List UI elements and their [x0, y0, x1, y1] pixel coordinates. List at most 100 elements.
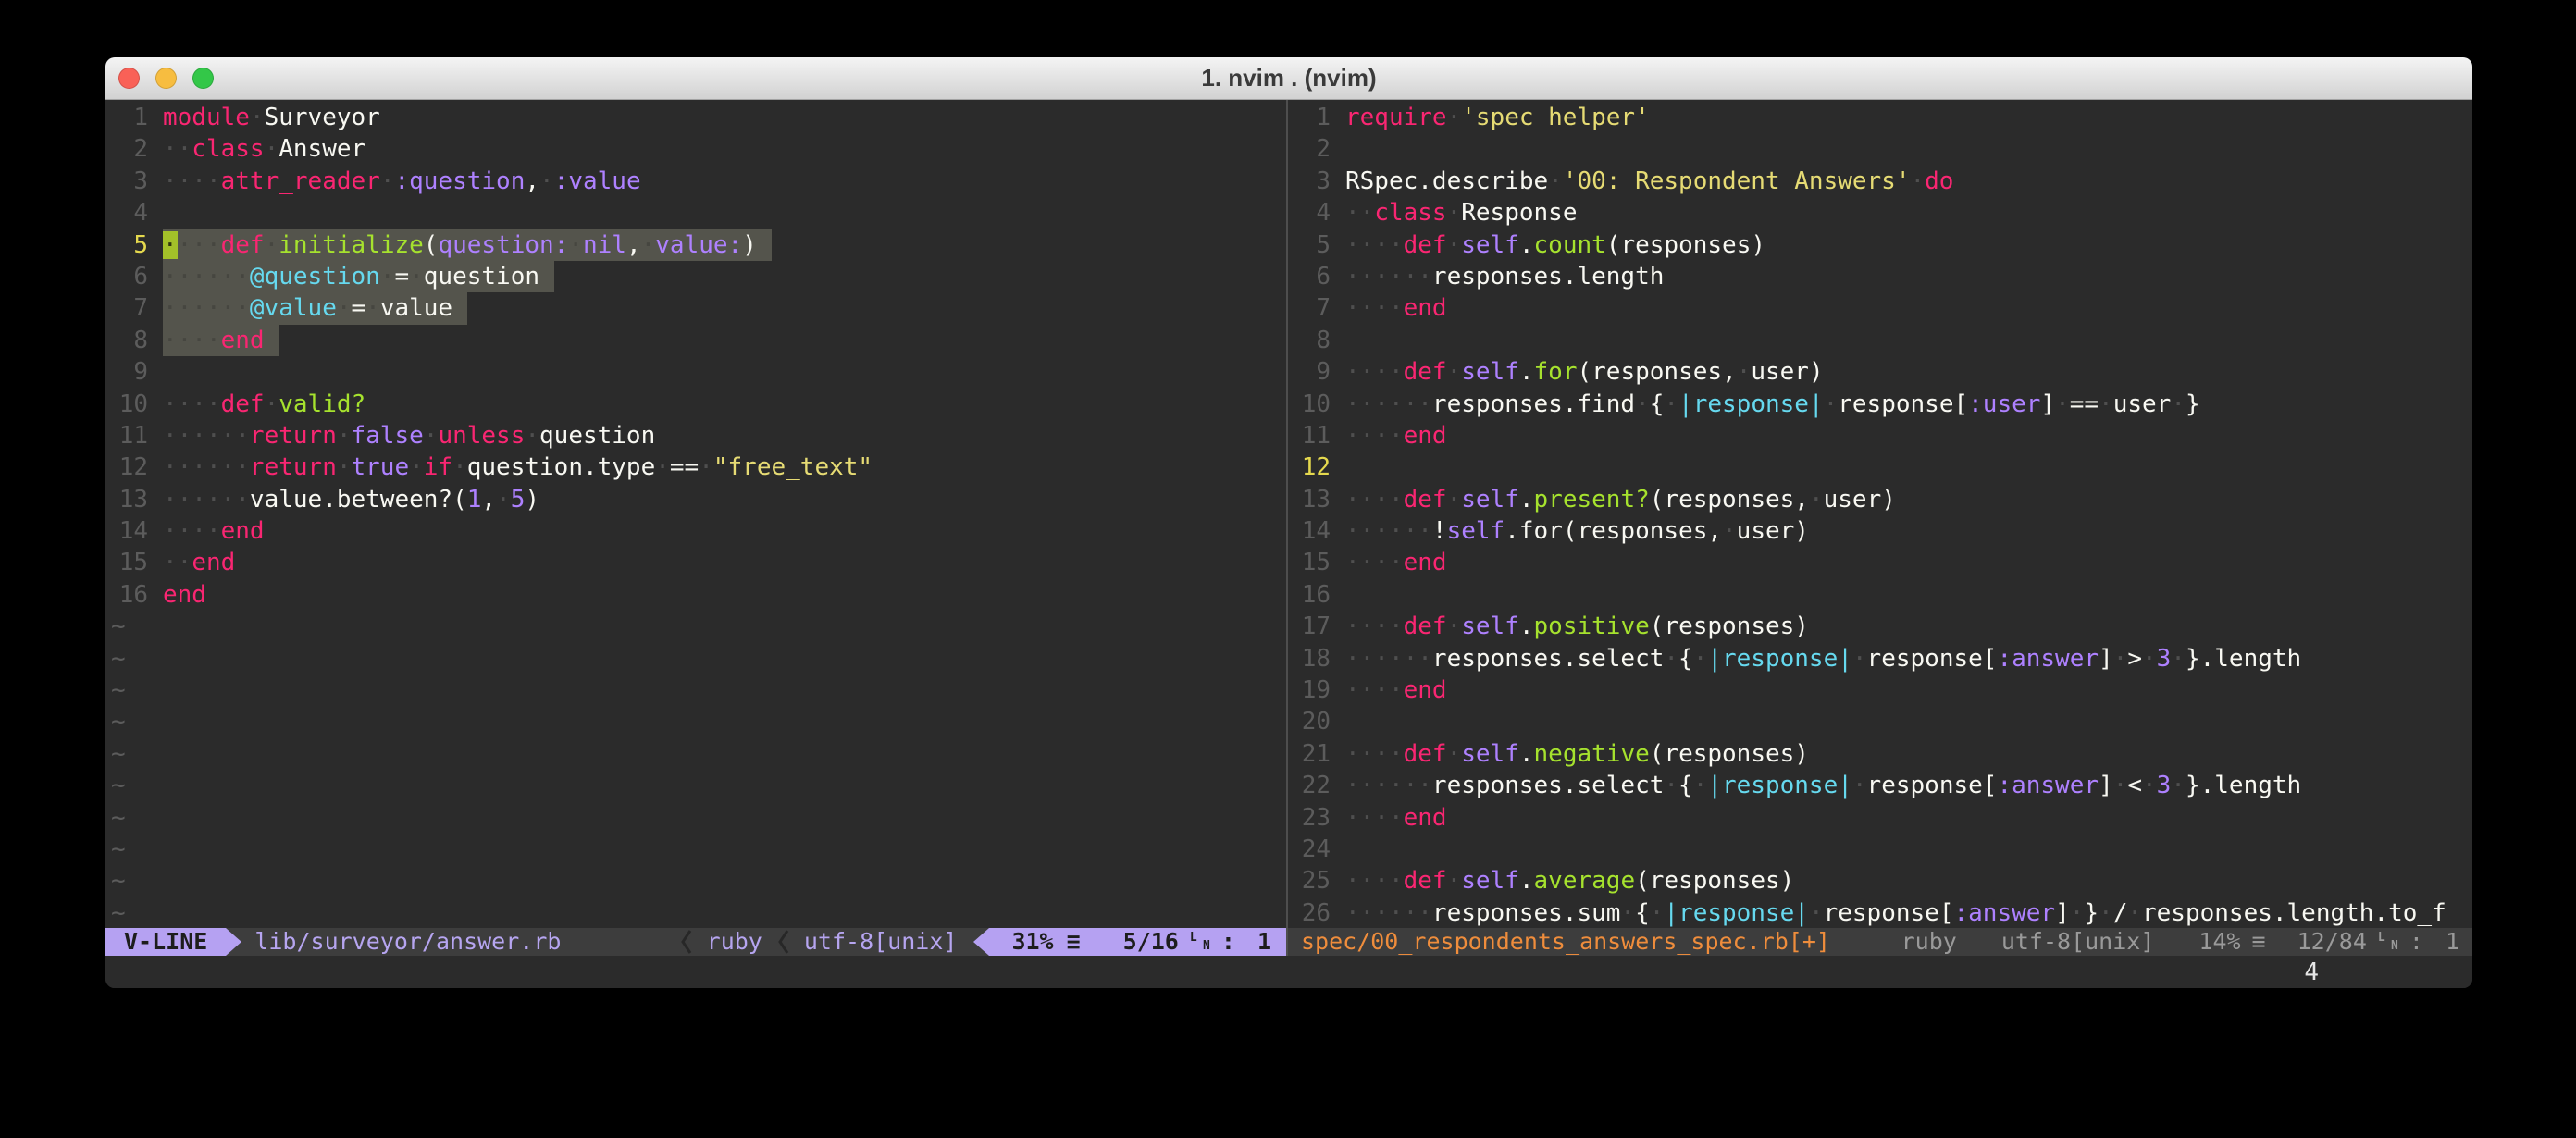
- code-token: positive: [1534, 612, 1650, 640]
- line-number: 12: [105, 451, 148, 483]
- code-token: ·: [424, 422, 439, 450]
- left-editor-buffer[interactable]: 1module·Surveyor2··class·Answer3····attr…: [105, 100, 1286, 928]
- code-token: present?: [1534, 486, 1650, 513]
- code-line[interactable]: 2: [1288, 133, 2472, 165]
- code-line[interactable]: 16: [1288, 579, 2472, 611]
- code-token: ): [742, 231, 757, 259]
- code-text: ······responses.find·{·|response|·respon…: [1345, 389, 2200, 420]
- code-token: user): [1751, 358, 1823, 386]
- code-line[interactable]: 15··end: [105, 547, 1286, 578]
- code-text: ····end: [163, 325, 279, 356]
- code-text: ······responses.select·{·|response|·resp…: [1345, 643, 2301, 674]
- code-token: {: [1678, 645, 1693, 673]
- code-line[interactable]: 17····def·self.positive(responses): [1288, 611, 2472, 642]
- code-token: {: [1650, 390, 1665, 418]
- code-line[interactable]: 10······responses.find·{·|response|·resp…: [1288, 389, 2472, 420]
- line-number: 22: [1288, 770, 1331, 801]
- code-line[interactable]: 13······value.between?(1,·5): [105, 484, 1286, 515]
- code-token: ·: [1809, 899, 1824, 927]
- code-line[interactable]: 2··class·Answer: [105, 133, 1286, 165]
- line-number: 3: [1288, 166, 1331, 197]
- thin-separator-icon: [680, 928, 692, 956]
- code-token: ·: [265, 231, 279, 259]
- code-token: self: [1461, 486, 1519, 513]
- command-line[interactable]: 4: [105, 956, 2472, 988]
- code-token: ·: [380, 167, 395, 195]
- code-line[interactable]: 3RSpec.describe·'00: Respondent Answers'…: [1288, 166, 2472, 197]
- code-text: ······@question·=·question: [163, 261, 554, 292]
- left-position-segment: 31% ≡ 5/16 LN : 1: [989, 928, 1286, 956]
- left-statusline: V-LINE lib/surveyor/answer.rb ruby utf-8…: [105, 928, 1286, 956]
- code-line[interactable]: 14······!self.for(responses,·user): [1288, 515, 2472, 547]
- code-line[interactable]: 15····end: [1288, 547, 2472, 578]
- code-text: require·'spec_helper': [1345, 102, 1650, 133]
- code-line[interactable]: 1require·'spec_helper': [1288, 102, 2472, 133]
- code-line[interactable]: 13····def·self.present?(responses,·user): [1288, 484, 2472, 515]
- code-token: (responses): [1650, 612, 1809, 640]
- code-token: ·: [1447, 199, 1462, 227]
- code-line[interactable]: 22······responses.select·{·|response|·re…: [1288, 770, 2472, 801]
- code-token: def: [1404, 740, 1447, 768]
- code-line[interactable]: 25····def·self.average(responses): [1288, 865, 2472, 897]
- code-line[interactable]: 11······return·false·unless·question: [105, 420, 1286, 451]
- code-line[interactable]: 9····def·self.for(responses,·user): [1288, 356, 2472, 388]
- line-number: 1: [105, 102, 148, 133]
- code-line[interactable]: 20: [1288, 706, 2472, 737]
- code-token: ····: [1345, 676, 1404, 704]
- code-line[interactable]: 12······return·true·if·question.type·==·…: [105, 451, 1286, 483]
- code-token: ·: [337, 294, 352, 322]
- right-editor-buffer[interactable]: 1require·'spec_helper'23RSpec.describe·'…: [1288, 100, 2472, 928]
- empty-buffer-line: ~: [105, 611, 1286, 642]
- minimize-button[interactable]: [155, 68, 177, 89]
- code-line[interactable]: 23····end: [1288, 802, 2472, 834]
- code-text: ··end: [163, 547, 235, 578]
- code-line[interactable]: 18······responses.select·{·|response|·re…: [1288, 643, 2472, 674]
- code-line[interactable]: 26······responses.sum·{·|response|·respo…: [1288, 897, 2472, 928]
- traffic-lights: [118, 57, 214, 99]
- code-line[interactable]: 4··class·Response: [1288, 197, 2472, 229]
- code-line[interactable]: 5····def·self.count(responses): [1288, 229, 2472, 261]
- code-token: ·: [1824, 390, 1839, 418]
- code-line[interactable]: 6······responses.length: [1288, 261, 2472, 292]
- line-number: 13: [1288, 484, 1331, 515]
- code-line[interactable]: 10····def·valid?: [105, 389, 1286, 420]
- code-token: ·: [525, 422, 539, 450]
- code-line[interactable]: 5····def·initialize(question:·nil,·value…: [105, 229, 1286, 261]
- close-button[interactable]: [118, 68, 140, 89]
- code-token: 3: [2157, 772, 2172, 799]
- tilde-marker: ~: [105, 865, 126, 897]
- code-line[interactable]: 4: [105, 197, 1286, 229]
- code-line[interactable]: 12: [1288, 451, 2472, 483]
- code-line[interactable]: 7····end: [1288, 292, 2472, 324]
- code-line[interactable]: 16end: [105, 579, 1286, 611]
- window-titlebar[interactable]: 1. nvim . (nvim): [105, 57, 2472, 100]
- code-line[interactable]: 6······@question·=·question: [105, 261, 1286, 292]
- code-line[interactable]: 3····attr_reader·:question,·:value: [105, 166, 1286, 197]
- code-line[interactable]: 21····def·self.negative(responses): [1288, 738, 2472, 770]
- code-line[interactable]: 8: [1288, 325, 2472, 356]
- code-line[interactable]: 19····end: [1288, 674, 2472, 706]
- code-line[interactable]: 14····end: [105, 515, 1286, 547]
- code-line[interactable]: 8····end: [105, 325, 1286, 356]
- code-token: ··: [163, 549, 192, 576]
- code-token: valid?: [279, 390, 365, 418]
- code-text: ··class·Answer: [163, 133, 365, 165]
- code-text: ······@value·=·value: [163, 292, 467, 324]
- code-token: do: [1925, 167, 1953, 195]
- zoom-button[interactable]: [192, 68, 214, 89]
- code-line[interactable]: 24: [1288, 834, 2472, 865]
- editor-splits: 1module·Surveyor2··class·Answer3····attr…: [105, 100, 2472, 956]
- code-token: module: [163, 104, 250, 131]
- code-text: ····def·self.for(responses,·user): [1345, 356, 1824, 388]
- code-line[interactable]: 1module·Surveyor: [105, 102, 1286, 133]
- code-line[interactable]: 9: [105, 356, 1286, 388]
- line-number: 10: [1288, 389, 1331, 420]
- code-token: 3: [2157, 645, 2172, 673]
- code-token: 'spec_helper': [1461, 104, 1650, 131]
- code-token: self: [1447, 517, 1505, 545]
- code-token: .for(responses,: [1505, 517, 1722, 545]
- code-token: ····: [1345, 549, 1404, 576]
- code-line[interactable]: 11····end: [1288, 420, 2472, 451]
- lines-icon: ≡: [2252, 928, 2266, 956]
- code-line[interactable]: 7······@value·=·value: [105, 292, 1286, 324]
